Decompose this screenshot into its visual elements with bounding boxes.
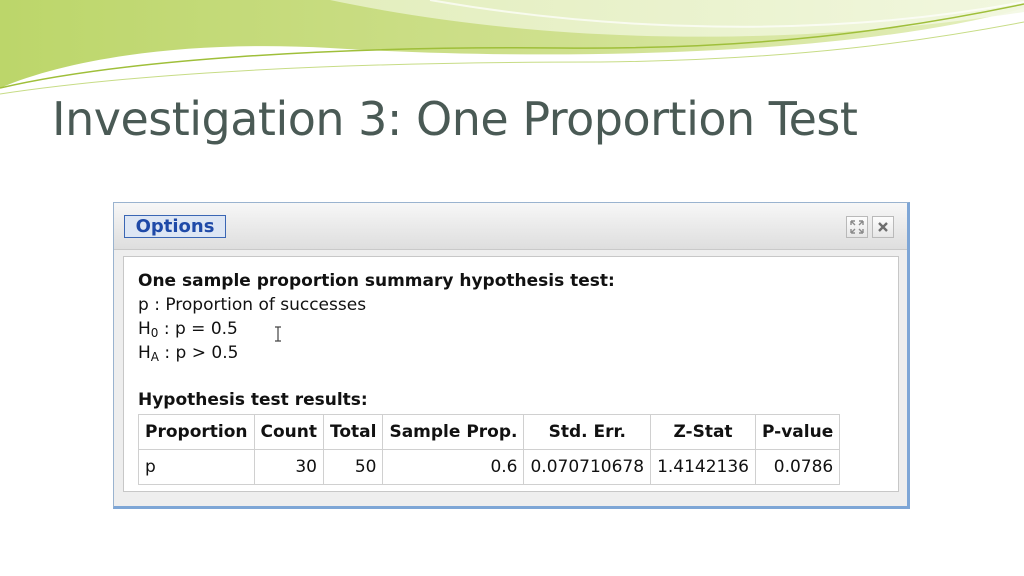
parameter-line: p : Proportion of successes (138, 295, 367, 315)
table-header-row: Proportion Count Total Sample Prop. Std.… (138, 414, 841, 450)
cell-z-stat: 1.4142136 (650, 449, 756, 485)
column-header-proportion: Proportion (138, 414, 255, 450)
column-header-std-err: Std. Err. (523, 414, 652, 450)
h0-symbol: H (138, 319, 151, 339)
test-output: One sample proportion summary hypothesis… (138, 269, 888, 485)
ha-text: : p > 0.5 (159, 343, 239, 363)
cell-p-value: 0.0786 (754, 449, 841, 485)
cell-proportion: p (138, 449, 255, 485)
options-button[interactable]: Options (124, 215, 226, 238)
close-icon (878, 222, 888, 232)
text-cursor-icon (275, 326, 281, 342)
results-table: Proportion Count Total Sample Prop. Std.… (138, 414, 841, 485)
expand-button[interactable] (846, 216, 868, 238)
cell-count: 30 (253, 449, 324, 485)
results-heading: Hypothesis test results: (138, 390, 368, 410)
alternative-hypothesis: HA : p > 0.5 (138, 341, 888, 365)
h0-text: : p = 0.5 (158, 319, 238, 339)
output-panel: One sample proportion summary hypothesis… (123, 256, 899, 492)
cell-total: 50 (322, 449, 384, 485)
output-window: Options One sample proportion summary hy… (113, 202, 910, 509)
cell-sample-prop: 0.6 (382, 449, 525, 485)
column-header-total: Total (322, 414, 384, 450)
null-hypothesis: H0 : p = 0.5 (138, 317, 888, 341)
ha-subscript: A (150, 350, 160, 364)
ha-symbol: H (138, 343, 151, 363)
slide-title: Investigation 3: One Proportion Test (52, 92, 858, 146)
column-header-p-value: P-value (754, 414, 841, 450)
table-row: p 30 50 0.6 0.070710678 1.4142136 0.0786 (138, 449, 841, 485)
column-header-count: Count (253, 414, 324, 450)
cell-std-err: 0.070710678 (523, 449, 652, 485)
window-header: Options (114, 203, 907, 250)
column-header-sample-prop: Sample Prop. (382, 414, 525, 450)
close-button[interactable] (872, 216, 894, 238)
column-header-z-stat: Z-Stat (650, 414, 756, 450)
output-heading: One sample proportion summary hypothesis… (138, 271, 615, 291)
expand-icon (850, 220, 864, 234)
